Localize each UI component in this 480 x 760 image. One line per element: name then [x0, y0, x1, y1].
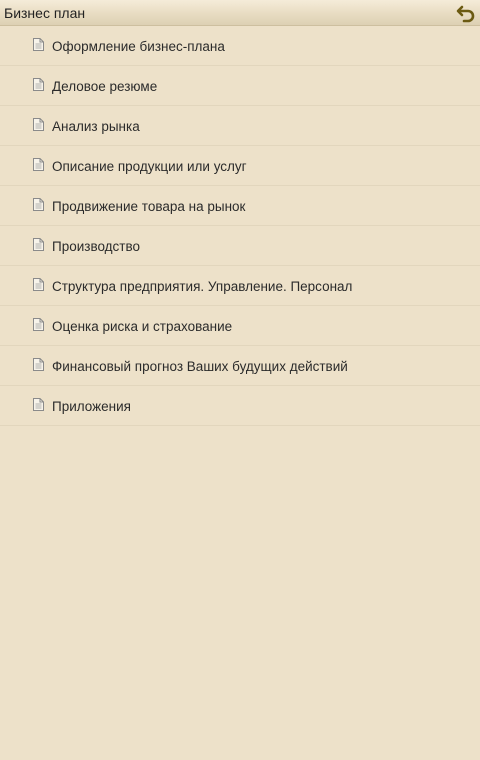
list-item-label: Описание продукции или услуг — [52, 159, 247, 174]
list-item[interactable]: Оформление бизнес-плана — [0, 26, 480, 66]
document-icon — [33, 158, 44, 171]
document-icon — [33, 38, 44, 51]
list-item-label: Деловое резюме — [52, 79, 158, 94]
list-item[interactable]: Производство — [0, 226, 480, 266]
list-item[interactable]: Оценка риска и страхование — [0, 306, 480, 346]
document-icon — [33, 118, 44, 131]
document-icon — [33, 398, 44, 411]
section-list: Оформление бизнес-плана Деловое резюме А… — [0, 26, 480, 426]
document-icon — [33, 358, 44, 371]
list-item[interactable]: Описание продукции или услуг — [0, 146, 480, 186]
page-title: Бизнес план — [4, 5, 86, 21]
list-item-label: Производство — [52, 239, 141, 254]
title-bar: Бизнес план — [0, 0, 480, 26]
back-button[interactable] — [456, 3, 476, 23]
document-icon — [33, 278, 44, 291]
document-icon — [33, 78, 44, 91]
list-item[interactable]: Финансовый прогноз Ваших будущих действи… — [0, 346, 480, 386]
document-icon — [33, 238, 44, 251]
back-arrow-icon — [456, 3, 476, 23]
document-icon — [33, 198, 44, 211]
list-item-label: Приложения — [52, 399, 131, 414]
list-item[interactable]: Структура предприятия. Управление. Персо… — [0, 266, 480, 306]
list-item[interactable]: Анализ рынка — [0, 106, 480, 146]
document-icon — [33, 318, 44, 331]
list-item[interactable]: Продвижение товара на рынок — [0, 186, 480, 226]
list-item-label: Оформление бизнес-плана — [52, 39, 225, 54]
list-item-label: Анализ рынка — [52, 119, 140, 134]
list-item-label: Оценка риска и страхование — [52, 319, 233, 334]
list-item-label: Структура предприятия. Управление. Персо… — [52, 279, 353, 294]
list-item[interactable]: Приложения — [0, 386, 480, 426]
list-item[interactable]: Деловое резюме — [0, 66, 480, 106]
list-item-label: Финансовый прогноз Ваших будущих действи… — [52, 359, 348, 374]
screen: Бизнес план Оформление бизнес-плана Дело… — [0, 0, 480, 760]
list-item-label: Продвижение товара на рынок — [52, 199, 246, 214]
